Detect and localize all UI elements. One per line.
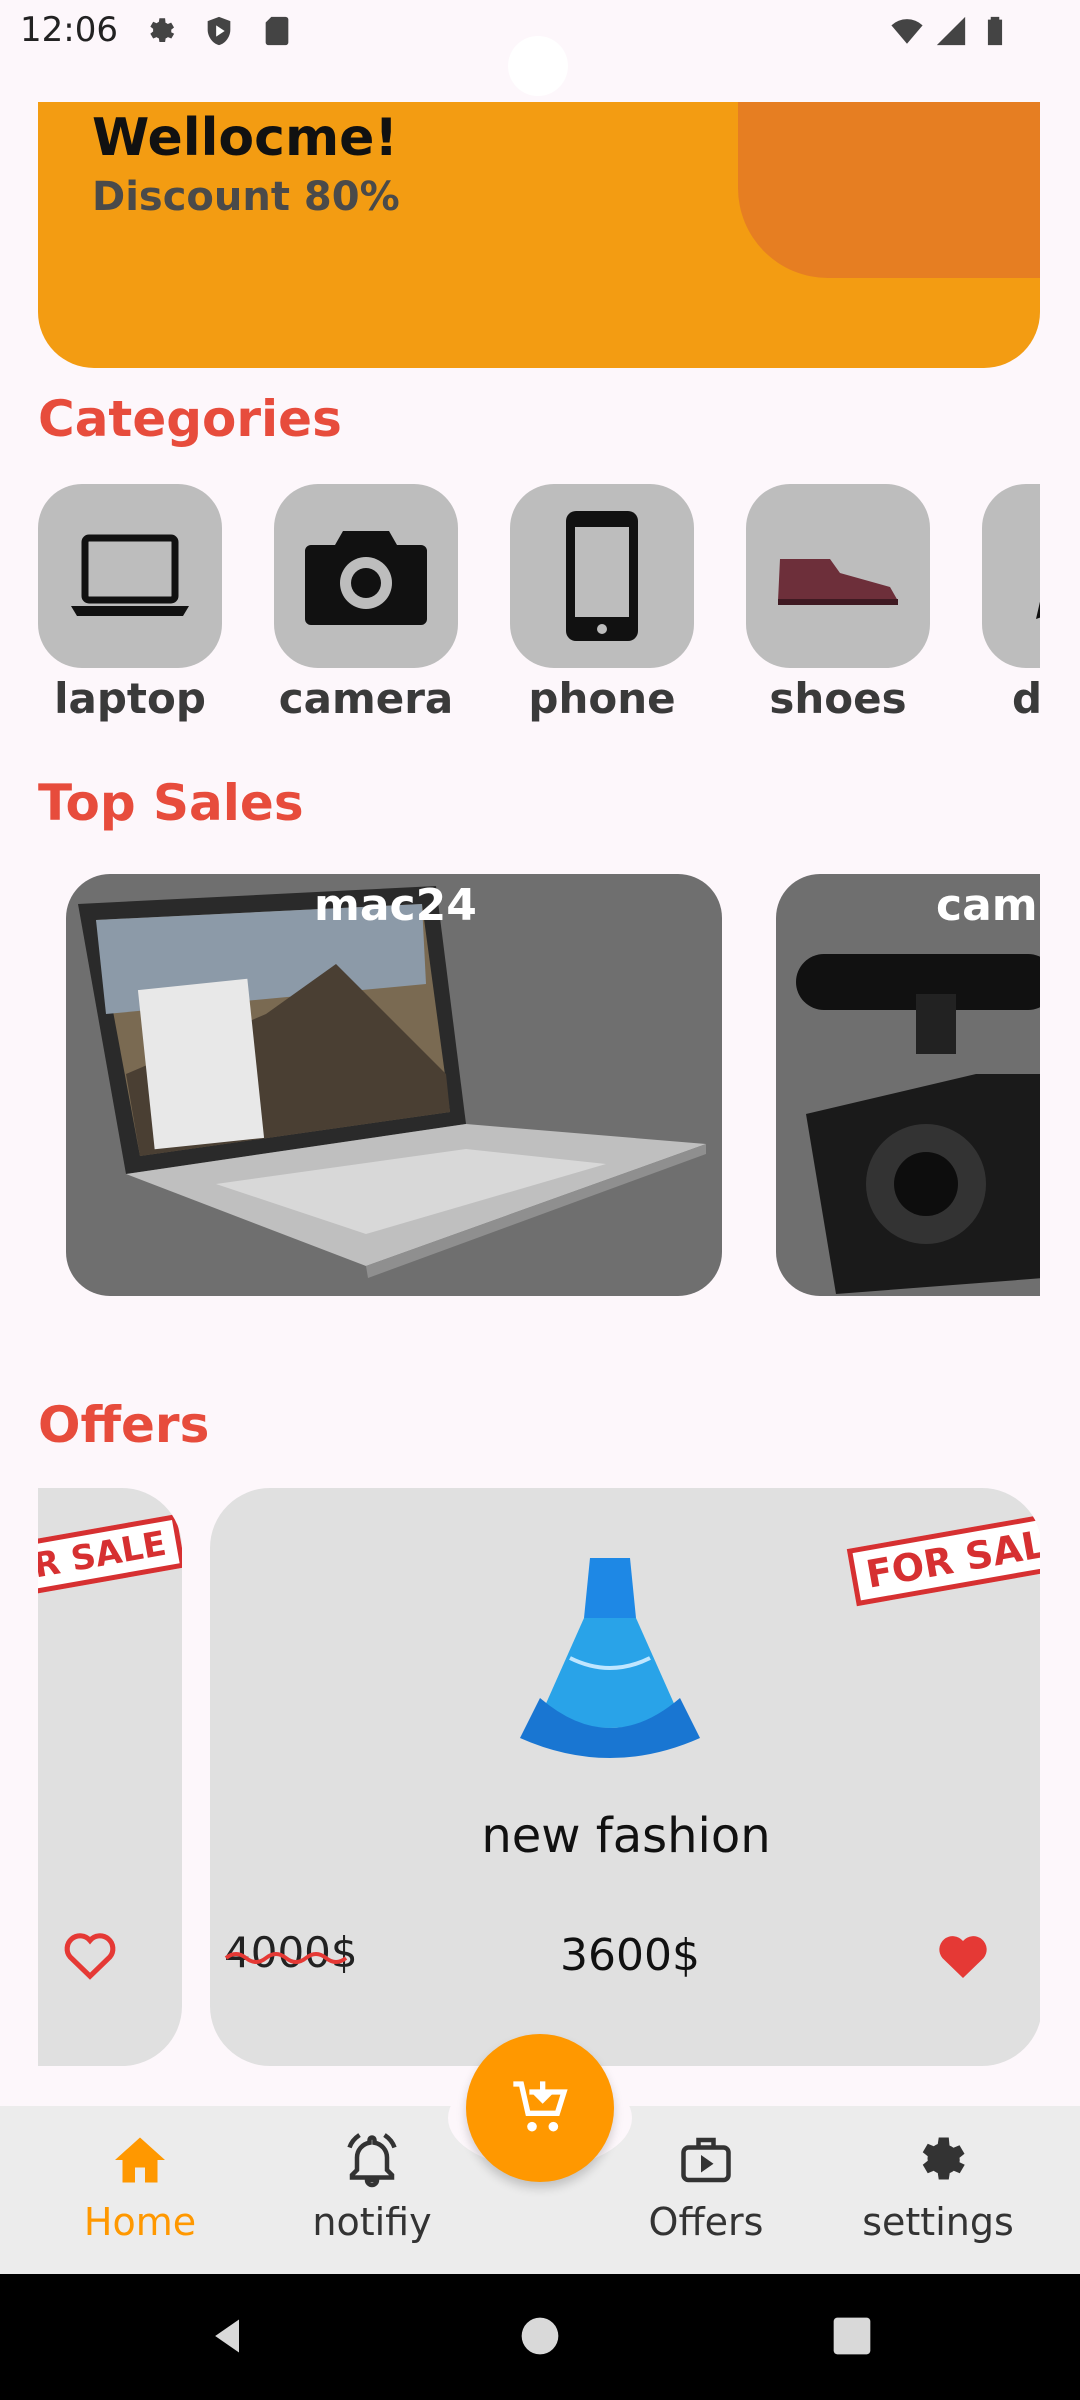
camera-notch bbox=[508, 36, 568, 96]
category-label: laptop bbox=[54, 674, 206, 723]
nav-label: Offers bbox=[648, 2200, 764, 2244]
heart-filled-icon[interactable] bbox=[934, 1928, 992, 1982]
category-partial[interactable]: d bbox=[982, 484, 1040, 734]
cart-fab-button[interactable] bbox=[466, 2034, 614, 2182]
category-laptop[interactable]: laptop bbox=[38, 484, 222, 734]
shoe-icon bbox=[778, 559, 898, 605]
top-sales-row[interactable]: mac24 cam bbox=[38, 874, 1040, 1296]
welcome-banner[interactable]: Wellocme! Discount 80% bbox=[38, 102, 1040, 368]
nav-label: notifiy bbox=[312, 2200, 432, 2244]
banner-title: Wellocme! bbox=[92, 108, 399, 168]
category-label: shoes bbox=[769, 674, 907, 723]
battery-status-icon bbox=[987, 16, 1003, 46]
nav-item-notify[interactable]: notifiy bbox=[272, 2130, 472, 2250]
home-system-icon[interactable] bbox=[518, 2314, 562, 2358]
bell-icon bbox=[347, 2133, 397, 2188]
sdcard-status-icon bbox=[265, 16, 289, 46]
category-label: phone bbox=[528, 674, 676, 723]
phone-icon bbox=[566, 511, 638, 641]
top-sale-card-cam[interactable]: cam bbox=[776, 874, 1040, 1296]
banner-decoration bbox=[738, 102, 1040, 278]
offer-card-previous[interactable]: R SALE bbox=[38, 1488, 182, 2066]
heart-outline-icon[interactable] bbox=[62, 1928, 118, 1980]
laptop-product-image bbox=[78, 886, 706, 1278]
offer-card-new-fashion[interactable]: FOR SALE new fashion 4000$ 3600$ bbox=[210, 1488, 1040, 2066]
camcorder-product-image bbox=[796, 954, 1040, 1294]
dress-product-image bbox=[520, 1558, 700, 1758]
category-label: d bbox=[1012, 674, 1040, 723]
category-camera[interactable]: camera bbox=[274, 484, 458, 734]
shield-status-icon bbox=[207, 16, 231, 46]
laptop-icon bbox=[71, 534, 189, 616]
offer-old-price: 4000$ bbox=[224, 1928, 358, 1977]
top-sales-title: Top Sales bbox=[38, 774, 304, 832]
wifi-status-icon bbox=[891, 19, 923, 44]
signal-status-icon bbox=[936, 16, 966, 46]
strikethrough-mark bbox=[224, 1952, 348, 1964]
category-label: camera bbox=[278, 674, 454, 723]
top-sale-label: mac24 bbox=[314, 880, 477, 931]
camera-icon bbox=[305, 531, 427, 625]
nav-label: settings bbox=[862, 2200, 1014, 2244]
top-sale-card-mac24[interactable]: mac24 bbox=[66, 874, 722, 1296]
category-phone[interactable]: phone bbox=[510, 484, 694, 734]
nav-item-home[interactable]: Home bbox=[40, 2130, 240, 2250]
offers-icon bbox=[681, 2137, 731, 2183]
banner-subtitle: Discount 80% bbox=[92, 174, 400, 220]
category-shoes[interactable]: shoes bbox=[746, 484, 930, 734]
top-sale-label: cam bbox=[936, 880, 1038, 931]
system-navigation-bar bbox=[0, 2274, 1080, 2400]
status-time: 12:06 bbox=[20, 10, 118, 50]
offers-title: Offers bbox=[38, 1396, 210, 1454]
offer-name: new fashion bbox=[481, 1808, 771, 1864]
back-icon[interactable] bbox=[206, 2314, 250, 2358]
categories-title: Categories bbox=[38, 390, 342, 448]
nav-item-offers[interactable]: Offers bbox=[606, 2130, 806, 2250]
home-icon bbox=[115, 2137, 165, 2183]
for-sale-stamp: R SALE bbox=[38, 1514, 182, 1596]
offer-new-price: 3600$ bbox=[560, 1930, 700, 1981]
nav-item-settings[interactable]: settings bbox=[838, 2130, 1038, 2250]
settings-icon bbox=[922, 2137, 965, 2180]
settings-status-icon bbox=[150, 18, 175, 43]
recents-icon[interactable] bbox=[830, 2314, 874, 2358]
partial-icon bbox=[1036, 601, 1040, 619]
nav-label: Home bbox=[83, 2200, 197, 2244]
offers-row[interactable]: R SALE FOR SALE new fashion 4000$ 3600$ bbox=[38, 1488, 1040, 2066]
for-sale-stamp: FOR SALE bbox=[846, 1507, 1040, 1607]
add-cart-icon bbox=[513, 2081, 568, 2132]
categories-row[interactable]: laptop camera phone shoes d bbox=[38, 484, 1040, 734]
